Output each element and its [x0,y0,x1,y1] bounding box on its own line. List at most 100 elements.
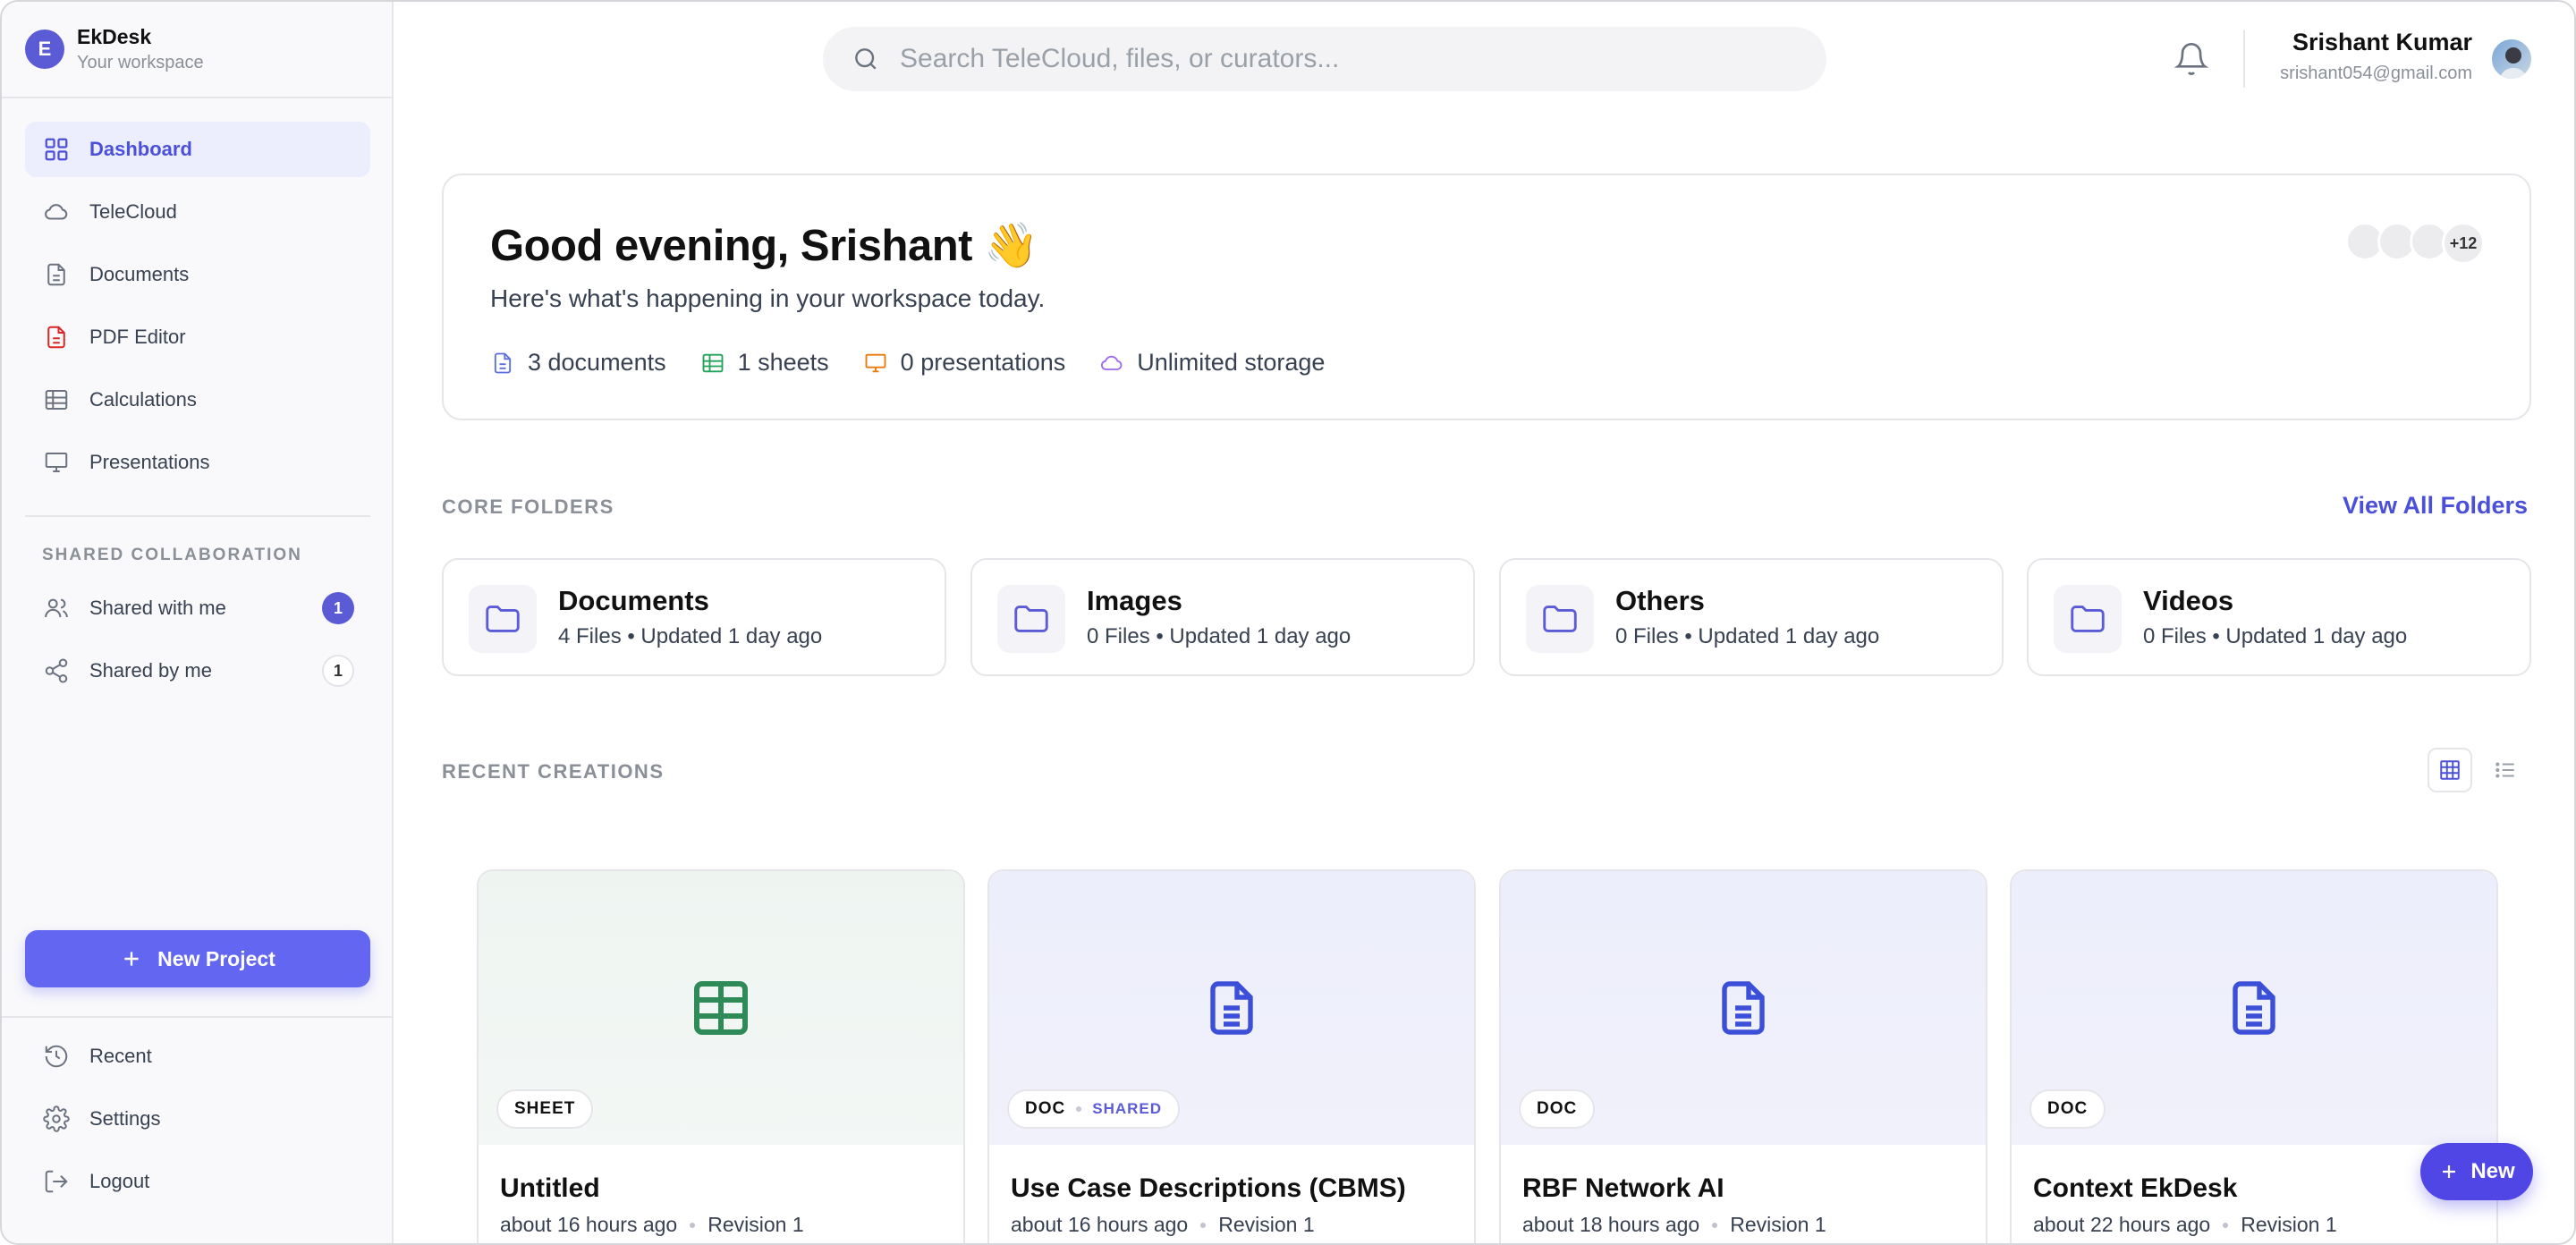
folder-icon-wrap [2054,585,2122,653]
folder-name: Others [1615,585,1705,616]
logout-icon [45,1170,68,1193]
bottom-nav: Recent Settings Logout [25,1029,370,1216]
nav-item-presentations[interactable]: Presentations [25,435,370,490]
folder-name: Videos [2143,585,2234,616]
separator-dot [1712,1222,1718,1228]
new-floating-button[interactable]: New [2420,1143,2533,1200]
presentation-icon [865,353,886,372]
grid-view-button[interactable] [2428,748,2472,792]
nav-label: Calculations [89,388,197,411]
sidebar: E EkDesk Your workspace Dashboard TeleCl… [2,2,394,1243]
folder-card-others[interactable]: Others 0 Files • Updated 1 day ago [1499,558,2004,676]
stat-sheets: 1 sheets [700,349,829,377]
users-icon [45,598,68,618]
folder-icon-wrap [1526,585,1594,653]
cloud-icon [45,204,68,220]
stat-text: 0 presentations [900,349,1066,376]
recent-creations-label: RECENT CREATIONS [442,760,665,783]
share-icon [45,658,68,683]
avatar[interactable] [2490,38,2533,80]
file-type-tag: DOC [1519,1089,1596,1129]
document-icon [47,263,65,286]
shared-label: SHARED [1092,1100,1163,1117]
sidebar-divider [2,1016,392,1018]
nav-item-telecloud[interactable]: TeleCloud [25,184,370,240]
table-icon [45,390,68,410]
folder-icon [486,606,520,632]
nav-item-shared-by-me[interactable]: Shared by me 1 [25,643,370,699]
file-card-context-ekdesk[interactable]: DOC Context EkDesk about 22 hours ago Re… [2010,869,2498,1243]
user-info[interactable]: Srishant Kumar srishant054@gmail.com [2280,29,2472,84]
brand-subtitle: Your workspace [77,53,204,72]
nav-label: Dashboard [89,138,192,160]
folder-card-documents[interactable]: Documents 4 Files • Updated 1 day ago [442,558,946,676]
presentation-icon [45,453,68,472]
file-time: about 16 hours ago [1011,1213,1189,1236]
file-card-use-case-descriptions[interactable]: DOC SHARED Use Case Descriptions (CBMS) … [987,869,1476,1243]
folder-card-videos[interactable]: Videos 0 Files • Updated 1 day ago [2027,558,2531,676]
brand[interactable]: E EkDesk Your workspace [25,25,204,73]
file-time: about 22 hours ago [2033,1213,2211,1236]
nav-item-dashboard[interactable]: Dashboard [25,122,370,177]
file-meta: about 22 hours ago Revision 1 [2033,1213,2337,1237]
user-email: srishant054@gmail.com [2280,64,2472,83]
file-type: DOC [1537,1099,1578,1118]
stat-text: 1 sheets [737,349,829,376]
file-card-rbf-network-ai[interactable]: DOC RBF Network AI about 18 hours ago Re… [1499,869,1987,1243]
nav-item-settings[interactable]: Settings [25,1091,370,1147]
nav-label: Settings [89,1107,161,1130]
view-toggle [2428,748,2528,792]
nav-item-documents[interactable]: Documents [25,247,370,302]
card-preview: SHEET [479,871,963,1145]
spreadsheet-icon [694,981,748,1035]
nav-item-shared-with-me[interactable]: Shared with me 1 [25,580,370,636]
gear-icon [43,1105,70,1132]
collaborator-avatars[interactable]: +12 [2345,222,2485,265]
folder-name: Documents [558,585,709,616]
view-all-folders-link[interactable]: View All Folders [2343,492,2528,520]
stat-text: Unlimited storage [1137,349,1326,376]
plus-icon [124,952,139,966]
file-meta: about 16 hours ago Revision 1 [1011,1213,1315,1237]
stat-documents: 3 documents [490,349,666,377]
search-bar[interactable]: Search TeleCloud, files, or curators... [823,27,1826,91]
list-view-button[interactable] [2483,748,2528,792]
file-type: SHEET [514,1099,576,1118]
stat-presentations: 0 presentations [863,349,1066,377]
pdf-icon [47,326,65,349]
nav-item-logout[interactable]: Logout [25,1154,370,1209]
folder-icon-wrap [997,585,1065,653]
file-title: Use Case Descriptions (CBMS) [1011,1173,1406,1203]
history-icon [45,1045,68,1068]
folder-meta: 0 Files • Updated 1 day ago [2143,624,2408,648]
new-project-label: New Project [157,946,275,970]
grid-icon [45,138,68,161]
user-photo-icon [2499,47,2528,79]
nav-item-calculations[interactable]: Calculations [25,372,370,428]
folder-card-images[interactable]: Images 0 Files • Updated 1 day ago [970,558,1475,676]
user-name: Srishant Kumar [2292,29,2472,55]
count-badge: 1 [322,655,354,687]
nav-label: TeleCloud [89,200,177,223]
brand-logo: E [25,30,64,69]
file-meta: about 18 hours ago Revision 1 [1522,1213,1826,1237]
nav-item-recent[interactable]: Recent [25,1029,370,1084]
stat-text: 3 documents [528,349,666,376]
core-folders-label: CORE FOLDERS [442,495,614,518]
workspace-stats: 3 documents 1 sheets 0 presentations Unl… [490,349,1325,377]
document-icon [2233,981,2275,1035]
notifications-button[interactable] [2174,41,2209,81]
nav-item-pdf-editor[interactable]: PDF Editor [25,309,370,365]
file-revision: Revision 1 [1218,1213,1315,1236]
file-card-untitled[interactable]: SHEET Untitled about 16 hours ago Revisi… [477,869,965,1243]
nav-label: Shared with me [89,597,226,619]
file-title: Context EkDesk [2033,1173,2238,1203]
sidebar-divider [25,515,370,517]
new-project-button[interactable]: New Project [25,930,370,987]
bell-icon [2174,43,2209,75]
separator-dot [1076,1106,1082,1112]
table-icon [702,353,724,372]
welcome-card: Good evening, Srishant 👋 Here's what's h… [442,174,2531,420]
folder-meta: 0 Files • Updated 1 day ago [1615,624,1880,648]
file-type: DOC [1025,1099,1066,1118]
